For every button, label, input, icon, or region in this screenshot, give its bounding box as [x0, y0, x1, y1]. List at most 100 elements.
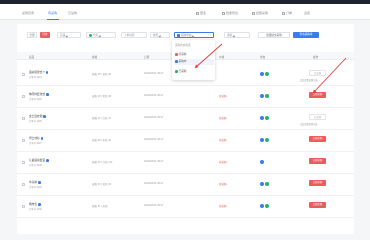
verified-icon — [45, 70, 49, 74]
time-filter[interactable]: 下单时间 — [121, 32, 147, 38]
info-icon[interactable] — [260, 181, 264, 186]
warehouse-select[interactable]: 仓库 — [86, 32, 116, 38]
check-icon[interactable] — [265, 203, 269, 208]
tab-catalog[interactable]: 采购目录 — [22, 11, 34, 15]
export-action[interactable]: 批量导出 — [222, 11, 238, 15]
row-checkbox[interactable] — [22, 139, 25, 142]
product-name[interactable]: 运动鞋款式 T — [29, 70, 49, 74]
row-checkbox[interactable] — [22, 95, 25, 98]
done-dot-icon — [175, 70, 178, 73]
date-text: 2019/03/21 06:47 — [144, 72, 164, 75]
keyword-select[interactable]: 搜索 — [224, 32, 250, 38]
table-row: 休闲外套款式 订单号 1025 规格 26 / 黑色 38 2019/03/21 06… — [17, 86, 354, 108]
product-name-text: 运动鞋款式 T — [29, 71, 45, 74]
dropdown-option-done[interactable]: 已采购 — [175, 69, 186, 73]
row-action-note[interactable]: 点此查看采购记录 — [300, 78, 318, 82]
date-text: 2019/03/21 06:47 — [144, 160, 164, 163]
product-name[interactable]: 帆布包 — [29, 202, 41, 206]
spec-text: 规格 27 / 白色 37 — [92, 117, 112, 120]
orders-icon — [282, 11, 285, 15]
type-select[interactable]: 类型 — [150, 32, 170, 38]
status-icons — [260, 159, 265, 165]
info-icon[interactable] — [260, 203, 264, 208]
spec-text: 规格 28 / 灰色 40 — [92, 139, 112, 142]
product-name[interactable]: 儿童运动套装 — [29, 158, 49, 162]
chevron-down-icon — [232, 34, 236, 37]
date-text: 2019/03/21 06:47 — [144, 94, 164, 97]
date-text: 2019/03/21 06:47 — [144, 116, 164, 119]
row-action-button[interactable]: 立即采购 — [309, 158, 326, 164]
info-icon[interactable] — [260, 159, 264, 164]
batch-submit-button[interactable]: 批量提交采购 — [258, 32, 290, 38]
status-select[interactable]: 采购状态 — [174, 32, 214, 38]
spec-text: 规格 25 / 蓝色 36 — [92, 73, 112, 76]
tab-pending[interactable]: 待采购 — [48, 11, 57, 15]
info-icon[interactable] — [260, 137, 264, 142]
verified-icon — [40, 136, 44, 140]
price-status: 待采购 — [219, 205, 227, 208]
price-status: 待采购 — [219, 183, 227, 186]
check-icon[interactable] — [265, 115, 269, 120]
row-action-button[interactable]: 立即采购 — [309, 136, 326, 142]
product-name[interactable]: 女士连衣裙 — [29, 114, 47, 118]
search-button[interactable]: 查询采购单 — [293, 32, 319, 38]
shop-select[interactable]: 店铺 — [57, 32, 81, 38]
row-action-button[interactable]: 立即采购 — [309, 202, 326, 208]
verified-icon — [43, 114, 47, 118]
check-icon[interactable] — [265, 181, 269, 186]
chevron-down-icon — [65, 34, 69, 37]
row-checkbox[interactable] — [22, 73, 25, 76]
order-number: 订单号 1030 — [29, 209, 42, 211]
batch-icon — [252, 11, 255, 15]
product-name[interactable]: 男士衬衫 — [29, 136, 44, 140]
row-checkbox[interactable] — [22, 117, 25, 120]
row-checkbox[interactable] — [22, 205, 25, 208]
dropdown-option-inprogress[interactable]: 采购中 — [173, 59, 214, 65]
table-row: 女士连衣裙订单号 1026 规格 27 / 白色 37 2019/03/21 06:… — [17, 108, 354, 130]
status-label: 采购状态 — [181, 34, 192, 37]
order-number: 订单号 1026 — [29, 121, 42, 123]
more-action[interactable]: 更多 — [196, 11, 206, 15]
info-icon[interactable] — [260, 115, 264, 120]
tab-done[interactable]: 已采购 — [68, 11, 77, 15]
check-icon[interactable] — [265, 93, 269, 98]
settings-action[interactable]: 设置 — [304, 11, 310, 15]
row-action-button[interactable]: 已采购 — [309, 70, 326, 76]
export-label: 批量导出 — [226, 11, 239, 15]
table-row: 儿童运动套装 订单号 1028 规格 29 / 红色 110 2019/03/21 0… — [17, 152, 354, 174]
row-checkbox[interactable] — [22, 161, 25, 164]
batch-action[interactable]: 批量采购 — [252, 11, 268, 15]
dropdown-option-label: 已采购 — [178, 70, 187, 73]
product-name-text: 休闲外套款式 — [29, 93, 46, 96]
table-row: 牛仔裤 订单号 1029 规格 30 / 蓝色 32 2019/03/21 06:47… — [17, 174, 354, 196]
row-checkbox[interactable] — [22, 183, 25, 186]
check-icon[interactable] — [265, 71, 269, 76]
info-icon[interactable] — [260, 93, 264, 98]
check-icon[interactable] — [265, 137, 269, 142]
filter-active-button[interactable]: 待办 — [40, 32, 50, 38]
order-number: 订单号 1027 — [29, 143, 42, 145]
verified-icon — [46, 92, 49, 96]
orders-action[interactable]: 订单 — [282, 11, 292, 15]
table-row: 帆布包 订单号 1030 规格 31 / 米色 2019/03/21 06:47 待采购… — [17, 196, 354, 218]
export-icon — [222, 11, 225, 15]
row-action-button[interactable]: 立即采购 — [309, 92, 326, 98]
price-status: 待采购 — [219, 117, 227, 120]
table-row: 男士衬衫 订单号 1027 规格 28 / 灰色 40 2019/03/21 06:4… — [17, 130, 354, 152]
filter-all-button[interactable]: 全部 — [27, 32, 37, 38]
batch-label: 批量采购 — [256, 11, 269, 15]
row-action-button[interactable]: 立即采购 — [309, 180, 326, 186]
dropdown-header: 采购状态筛选 — [175, 44, 191, 47]
orders-label: 订单 — [286, 11, 293, 15]
pending-dot-icon — [175, 53, 178, 56]
price-status: 待采购 — [219, 95, 227, 98]
product-name[interactable]: 休闲外套款式 — [29, 92, 49, 96]
header-spec: 规格 — [92, 55, 98, 59]
dropdown-option-pending[interactable]: 待采购 — [175, 52, 186, 56]
status-icons — [260, 93, 270, 99]
verified-icon — [38, 180, 41, 184]
product-name[interactable]: 牛仔裤 — [29, 180, 41, 184]
info-icon[interactable] — [260, 71, 264, 76]
row-action-note[interactable]: 点此查看采购记录 — [300, 122, 318, 126]
row-action-button[interactable]: 已采购 — [309, 114, 326, 120]
